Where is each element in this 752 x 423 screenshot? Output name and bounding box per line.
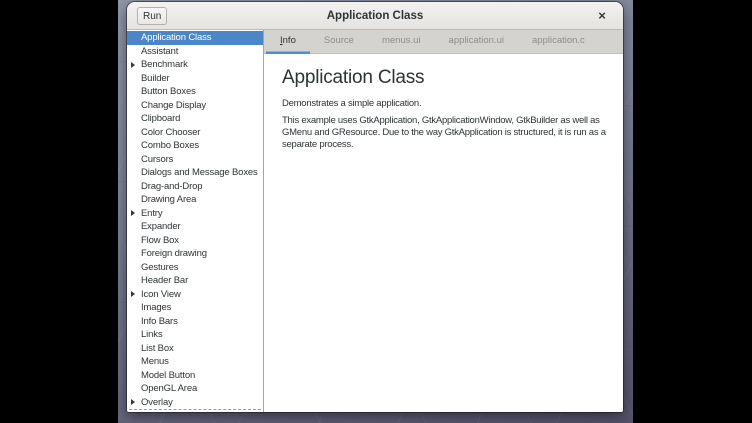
sidebar-item-drawing-area[interactable]: Drawing Area xyxy=(127,193,263,207)
sidebar-item-label: Clipboard xyxy=(141,113,180,124)
sidebar-item-button-boxes[interactable]: Button Boxes xyxy=(127,85,263,99)
sidebar-item-label: OpenGL Area xyxy=(141,383,197,394)
list-cutoff-divider xyxy=(129,409,261,410)
window-title: Application Class xyxy=(327,10,424,22)
sidebar-item-model-button[interactable]: Model Button xyxy=(127,369,263,383)
tab-menus-ui[interactable]: menus.ui xyxy=(368,30,435,54)
screen: Run Application Class × Application Clas… xyxy=(0,0,752,423)
sidebar-item-clipboard[interactable]: Clipboard xyxy=(127,112,263,126)
sidebar-item-icon-view[interactable]: Icon View xyxy=(127,288,263,302)
sidebar-item-label: Drag-and-Drop xyxy=(141,181,202,192)
sidebar-item-menus[interactable]: Menus xyxy=(127,355,263,369)
expander-arrow-icon[interactable] xyxy=(131,62,135,68)
tab-info[interactable]: Info xyxy=(266,30,310,54)
sidebar-item-expander[interactable]: Expander xyxy=(127,220,263,234)
page-title: Application Class xyxy=(282,67,609,89)
sidebar-item-label: Entry xyxy=(141,208,162,219)
sidebar-item-label: Cursors xyxy=(141,154,173,165)
sidebar-item-label: Button Boxes xyxy=(141,86,196,97)
sidebar-item-overlay[interactable]: Overlay xyxy=(127,396,263,410)
sidebar-item-change-display[interactable]: Change Display xyxy=(127,99,263,113)
info-page: Application Class Demonstrates a simple … xyxy=(264,54,623,412)
sidebar-item-label: Application Class xyxy=(141,32,211,43)
sidebar-item-label: Info Bars xyxy=(141,316,178,327)
close-icon: × xyxy=(598,8,606,23)
sidebar-item-images[interactable]: Images xyxy=(127,301,263,315)
sidebar-item-label: Foreign drawing xyxy=(141,248,207,259)
sidebar-item-label: List Box xyxy=(141,343,174,354)
sidebar-item-flow-box[interactable]: Flow Box xyxy=(127,234,263,248)
sidebar-item-info-bars[interactable]: Info Bars xyxy=(127,315,263,329)
expander-arrow-icon[interactable] xyxy=(131,210,135,216)
sidebar-item-label: Header Bar xyxy=(141,275,188,286)
titlebar: Run Application Class × xyxy=(127,2,623,30)
expander-arrow-icon[interactable] xyxy=(131,291,135,297)
sidebar-item-builder[interactable]: Builder xyxy=(127,72,263,86)
sidebar-item-label: Icon View xyxy=(141,289,181,300)
sidebar-item-combo-boxes[interactable]: Combo Boxes xyxy=(127,139,263,153)
tab-application-c[interactable]: application.c xyxy=(518,30,599,54)
sidebar-item-entry[interactable]: Entry xyxy=(127,207,263,221)
sidebar-item-label: Links xyxy=(141,329,162,340)
app-window: Run Application Class × Application Clas… xyxy=(127,2,623,412)
sidebar-item-label: Color Chooser xyxy=(141,127,200,138)
sidebar-item-label: Model Button xyxy=(141,370,195,381)
run-button[interactable]: Run xyxy=(137,7,167,25)
description-paragraph: This example uses GtkApplication, GtkApp… xyxy=(282,115,609,151)
demo-list: Application Class Assistant Benchmark Build… xyxy=(127,31,263,409)
sidebar-item-label: Expander xyxy=(141,221,180,232)
description-line: Demonstrates a simple application. xyxy=(282,98,609,110)
sidebar-item-color-chooser[interactable]: Color Chooser xyxy=(127,126,263,140)
sidebar-item-label: Images xyxy=(141,302,171,313)
sidebar-item-label: Drawing Area xyxy=(141,194,196,205)
sidebar-item-label: Dialogs and Message Boxes xyxy=(141,167,258,178)
tab-application-ui[interactable]: application.ui xyxy=(435,30,518,54)
sidebar-item-gestures[interactable]: Gestures xyxy=(127,261,263,275)
sidebar-item-benchmark[interactable]: Benchmark xyxy=(127,58,263,72)
sidebar-item-dialogs-and-message-boxes[interactable]: Dialogs and Message Boxes xyxy=(127,166,263,180)
desktop-wallpaper: Run Application Class × Application Clas… xyxy=(118,0,633,423)
main-pane: InfoSourcemenus.uiapplication.uiapplicat… xyxy=(264,30,623,412)
window-body: Application Class Assistant Benchmark Build… xyxy=(127,30,623,412)
tab-source[interactable]: Source xyxy=(310,30,368,54)
sidebar-item-list-box[interactable]: List Box xyxy=(127,342,263,356)
sidebar-item-label: Menus xyxy=(141,356,169,367)
close-button[interactable]: × xyxy=(593,7,611,25)
sidebar-item-label: Change Display xyxy=(141,100,206,111)
sidebar-item-label: Assistant xyxy=(141,46,178,57)
sidebar-item-application-class[interactable]: Application Class xyxy=(127,31,263,45)
tab-bar: InfoSourcemenus.uiapplication.uiapplicat… xyxy=(264,30,623,54)
sidebar-item-label: Flow Box xyxy=(141,235,179,246)
sidebar: Application Class Assistant Benchmark Build… xyxy=(127,30,264,412)
sidebar-item-assistant[interactable]: Assistant xyxy=(127,45,263,59)
sidebar-item-label: Builder xyxy=(141,73,170,84)
sidebar-item-header-bar[interactable]: Header Bar xyxy=(127,274,263,288)
sidebar-item-opengl-area[interactable]: OpenGL Area xyxy=(127,382,263,396)
sidebar-item-label: Gestures xyxy=(141,262,178,273)
sidebar-item-foreign-drawing[interactable]: Foreign drawing xyxy=(127,247,263,261)
expander-arrow-icon[interactable] xyxy=(131,399,135,405)
sidebar-item-label: Benchmark xyxy=(141,59,188,70)
sidebar-item-drag-and-drop[interactable]: Drag-and-Drop xyxy=(127,180,263,194)
sidebar-item-label: Combo Boxes xyxy=(141,140,199,151)
sidebar-item-links[interactable]: Links xyxy=(127,328,263,342)
sidebar-item-cursors[interactable]: Cursors xyxy=(127,153,263,167)
sidebar-item-label: Overlay xyxy=(141,397,173,408)
